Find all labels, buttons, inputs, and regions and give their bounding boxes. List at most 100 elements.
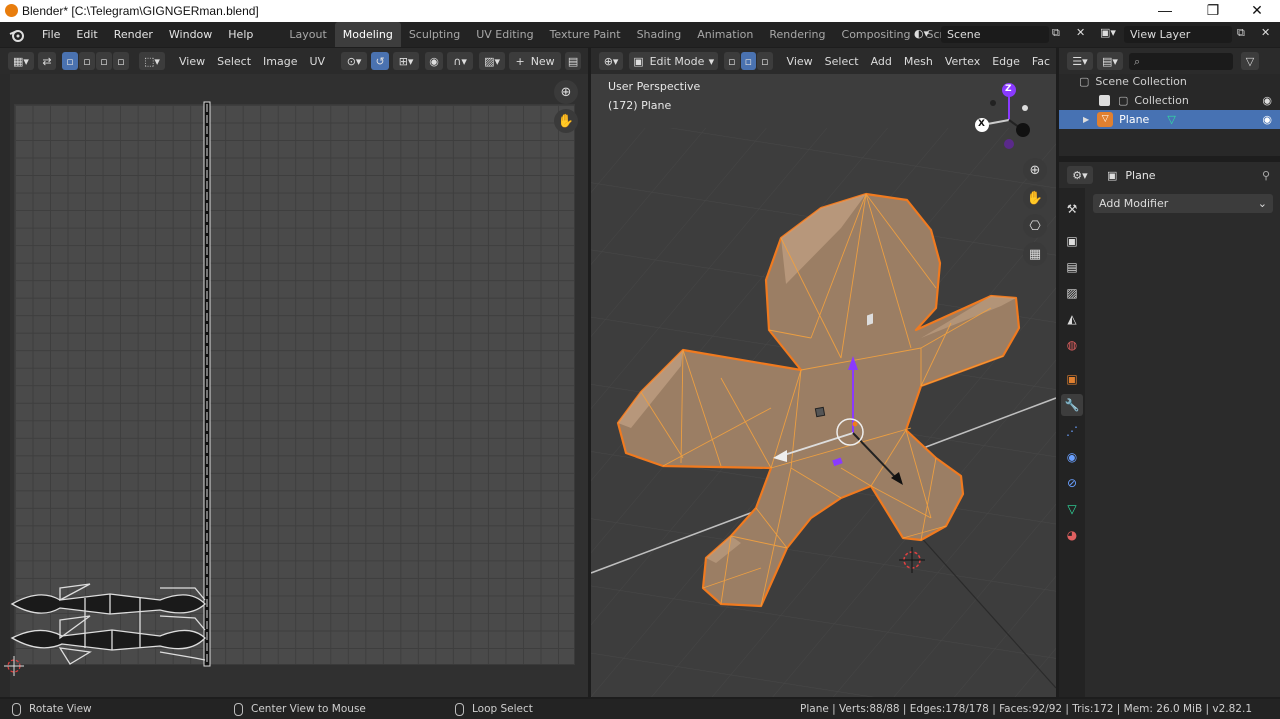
tab-modeling[interactable]: Modeling [334,22,401,47]
menu-edit[interactable]: Edit [68,22,105,47]
uv-toolbar-strip [0,74,10,697]
image-browse-icon[interactable]: ▨▾ [479,52,506,70]
island-select-icon[interactable]: ▫ [113,52,129,70]
tab-compositing[interactable]: Compositing [834,22,919,47]
display-mode-icon[interactable]: ▤▾ [1097,52,1123,70]
vp-zoom-icon[interactable]: ⊕ [1023,158,1047,182]
view-layer-field[interactable]: View Layer [1124,26,1232,43]
uv-menu-view[interactable]: View [173,55,211,68]
new-plus-icon: + [515,54,525,68]
uv-hand-icon[interactable]: ✋ [554,109,578,133]
camera-icon[interactable]: ⎔ [1023,214,1047,238]
outliner-row-scene-collection[interactable]: ▢ Scene Collection [1059,72,1280,91]
vp-menu-select[interactable]: Select [819,55,865,68]
vp-hand-icon[interactable]: ✋ [1023,186,1047,210]
maximize-button[interactable]: ❐ [1190,0,1236,22]
scene-collection-label: Scene Collection [1095,75,1187,88]
view-perspective-label: User Perspective [608,80,701,93]
mode-selector[interactable]: ▣ Edit Mode ▾ [629,52,719,70]
menu-help[interactable]: Help [220,22,261,47]
constraint-icon[interactable]: ⊘ [1061,472,1083,494]
remove-scene-icon[interactable]: ✕ [1076,26,1085,39]
vp-menu-vertex[interactable]: Vertex [939,55,986,68]
eye-icon[interactable]: ◉ [1262,113,1272,126]
physics-icon[interactable]: ◉ [1061,446,1083,468]
remove-view-layer-icon[interactable]: ✕ [1261,26,1270,39]
proportional-edit-icon[interactable]: ◉ [425,52,444,70]
tab-layout[interactable]: Layout [281,22,334,47]
top-menubar: File Edit Render Window Help Layout Mode… [0,22,1280,47]
mesh-data-icon[interactable]: ▽ [1167,113,1175,126]
open-image-icon[interactable]: ▤ [565,52,582,70]
uv-menu-select[interactable]: Select [211,55,257,68]
search-icon[interactable]: ⌕ [1129,52,1233,70]
snap-icon[interactable]: ↺ [371,52,390,70]
sticky-mode-icon[interactable]: ⬚▾ [139,52,165,70]
eye-icon[interactable]: ◉ [1262,94,1272,107]
add-modifier-dropdown[interactable]: Add Modifier ⌄ [1093,194,1273,213]
view-layer-icon[interactable]: ▣▾ [1100,26,1116,39]
face-select-icon[interactable]: ▫ [96,52,112,70]
copy-view-layer-icon[interactable]: ⧉ [1237,26,1245,40]
falloff-icon[interactable]: ∩▾ [447,52,474,70]
tab-texture-paint[interactable]: Texture Paint [542,22,629,47]
uv-grid-canvas[interactable] [14,104,575,665]
vp-menu-mesh[interactable]: Mesh [898,55,939,68]
uv-menu-uv[interactable]: UV [304,55,332,68]
object-icon[interactable]: ▣ [1061,368,1083,390]
output-icon[interactable]: ▤ [1061,256,1083,278]
scene-type-icon[interactable]: ◐▾ [914,27,936,43]
vp-menu-edge[interactable]: Edge [986,55,1026,68]
properties-editor-type-icon[interactable]: ⚙▾ [1067,166,1093,184]
edge-select-icon[interactable]: ▫ [79,52,95,70]
status-right-label: Loop Select [472,703,533,715]
pivot-icon[interactable]: ⊙▾ [341,52,368,70]
tab-shading[interactable]: Shading [629,22,690,47]
data-icon[interactable]: ▽ [1061,498,1083,520]
editor-type-icon[interactable]: ▦▾ [8,52,34,70]
scene-field[interactable]: Scene [941,26,1049,43]
outliner-editor-type-icon[interactable]: ☰▾ [1067,52,1093,70]
material-icon[interactable]: ◕ [1061,524,1083,546]
edge-mode-icon[interactable]: ▫ [740,52,757,70]
viewport-editor-type-icon[interactable]: ⊕▾ [599,52,624,70]
menu-render[interactable]: Render [106,22,161,47]
particles-icon[interactable]: ⋰ [1061,420,1083,442]
3d-viewport[interactable]: Z X ⊕▾ ▣ Edit Mode ▾ ▫ ▫ ▫ View Select Add… [591,48,1056,697]
menu-file[interactable]: File [34,22,68,47]
sync-selection-icon[interactable]: ⇄ [38,52,56,70]
blender-menu-icon[interactable] [0,22,34,47]
view-layer-tab-icon[interactable]: ▨ [1061,282,1083,304]
pin-icon[interactable]: ⚲ [1262,169,1270,182]
uv-menu-image[interactable]: Image [257,55,303,68]
filter-icon[interactable]: ▽ [1241,52,1259,70]
snap-target-icon[interactable]: ⊞▾ [393,52,420,70]
scene-icon[interactable]: ◭ [1061,308,1083,330]
close-button[interactable]: ✕ [1234,0,1280,22]
tool-icon[interactable]: ⚒ [1061,198,1083,220]
render-icon[interactable]: ▣ [1061,230,1083,252]
vertex-select-icon[interactable]: ▫ [62,52,78,70]
menu-window[interactable]: Window [161,22,220,47]
copy-scene-icon[interactable]: ⧉ [1052,26,1060,40]
tab-rendering[interactable]: Rendering [761,22,833,47]
expand-arrow-icon[interactable]: ▶ [1083,115,1089,124]
outliner-row-plane[interactable]: ▶ ▽ Plane ▽ ◉ [1059,110,1280,129]
new-image-button[interactable]: + New [509,52,562,70]
vp-menu-face[interactable]: Fac [1026,55,1056,68]
tab-sculpting[interactable]: Sculpting [401,22,468,47]
outliner-row-collection[interactable]: ▢ Collection ◉ [1059,91,1280,110]
uv-zoom-icon[interactable]: ⊕ [554,80,578,104]
minimize-button[interactable]: — [1142,0,1188,22]
vp-menu-add[interactable]: Add [865,55,898,68]
tab-animation[interactable]: Animation [689,22,761,47]
tab-uv-editing[interactable]: UV Editing [468,22,541,47]
grid-icon[interactable]: ▦ [1023,242,1047,266]
collection-checkbox[interactable] [1099,95,1110,106]
vp-menu-view[interactable]: View [781,55,819,68]
wrench-icon[interactable]: 🔧 [1061,394,1083,416]
vertex-mode-icon[interactable]: ▫ [724,52,740,70]
world-icon[interactable]: ◍ [1061,334,1083,356]
face-mode-icon[interactable]: ▫ [757,52,773,70]
object-mesh-icon: ▽ [1097,112,1114,127]
